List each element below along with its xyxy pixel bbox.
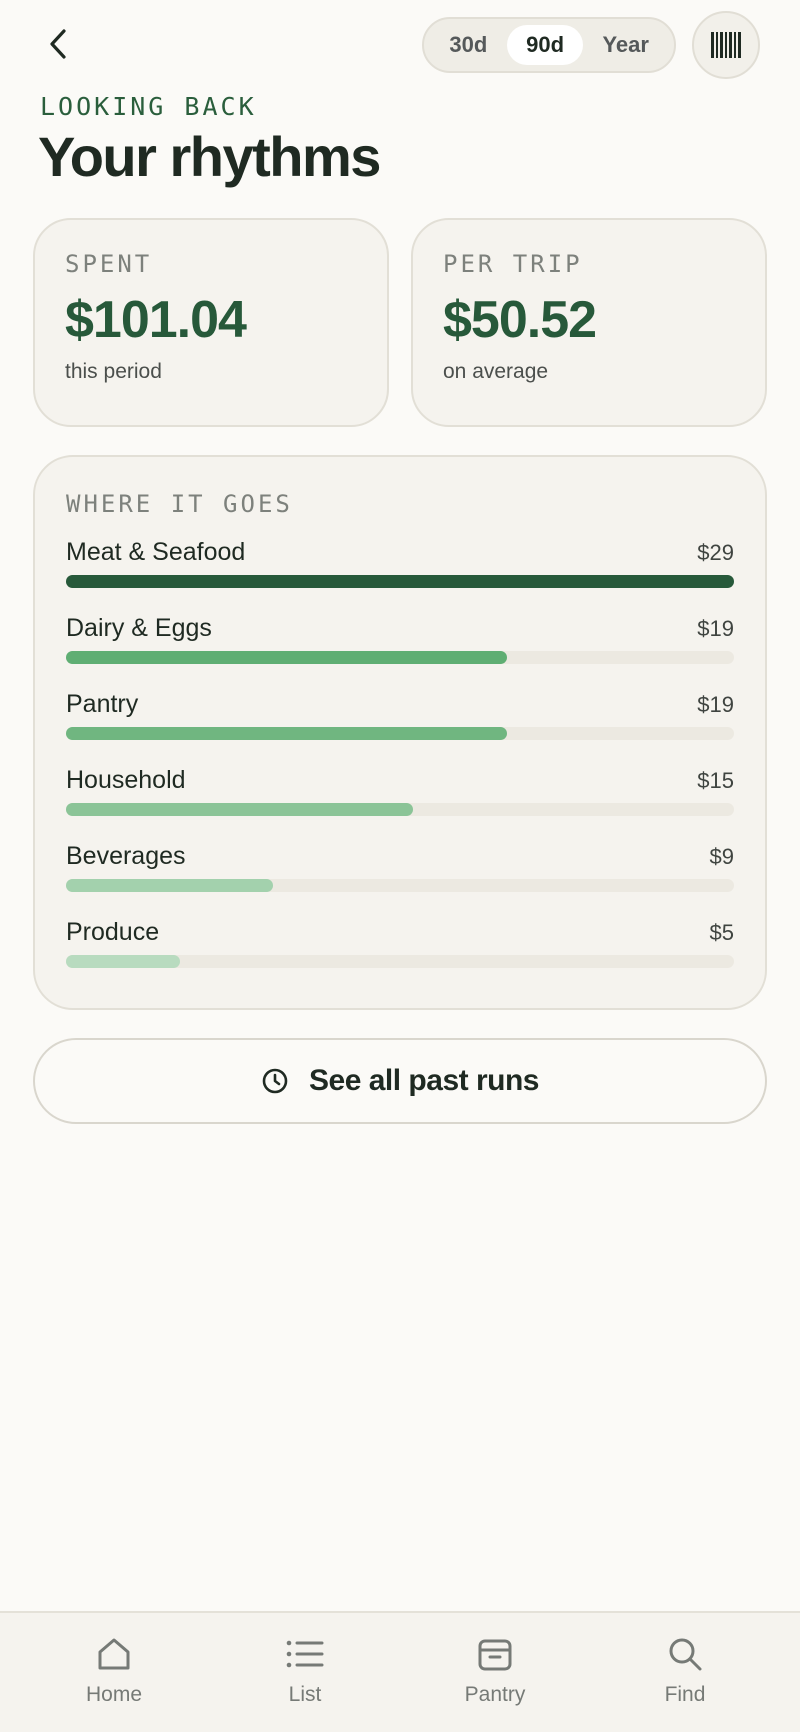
category-row: Dairy & Eggs $19 bbox=[66, 614, 734, 690]
stat-caption: on average bbox=[443, 360, 549, 383]
nav-item-pantry[interactable]: Pantry bbox=[400, 1613, 590, 1732]
back-button[interactable] bbox=[40, 22, 76, 66]
category-bar-track bbox=[66, 803, 734, 816]
category-row: Produce $5 bbox=[66, 918, 734, 994]
category-bar-fill bbox=[66, 803, 414, 816]
barcode-scan-button[interactable] bbox=[692, 11, 760, 79]
category-bar-track bbox=[66, 955, 734, 968]
range-option-year[interactable]: Year bbox=[583, 25, 668, 65]
nav-label: List bbox=[288, 1683, 322, 1706]
stat-caption: this period bbox=[65, 360, 162, 383]
category-name: Household bbox=[66, 766, 186, 794]
stat-label: PER TRIP bbox=[443, 250, 583, 278]
category-name: Dairy & Eggs bbox=[66, 614, 212, 642]
stat-label: SPENT bbox=[65, 250, 153, 278]
nav-item-list[interactable]: List bbox=[210, 1613, 400, 1732]
pantry-icon bbox=[478, 1639, 512, 1671]
category-name: Pantry bbox=[66, 690, 139, 718]
search-icon bbox=[669, 1638, 702, 1671]
category-bar-track bbox=[66, 727, 734, 740]
bottom-nav: Home List Pantry Find bbox=[0, 1611, 800, 1732]
category-bar-fill bbox=[66, 575, 734, 588]
category-name: Beverages bbox=[66, 842, 186, 870]
category-amount: $15 bbox=[697, 768, 734, 793]
category-bar-track bbox=[66, 879, 734, 892]
nav-item-find[interactable]: Find bbox=[590, 1613, 780, 1732]
stat-value: $101.04 bbox=[65, 291, 247, 349]
category-bar-track bbox=[66, 651, 734, 664]
category-amount: $19 bbox=[697, 616, 734, 641]
category-row: Beverages $9 bbox=[66, 842, 734, 918]
nav-label: Find bbox=[664, 1683, 706, 1706]
per-trip-card: PER TRIP $50.52 on average bbox=[411, 218, 767, 427]
home-icon bbox=[98, 1638, 130, 1670]
category-name: Produce bbox=[66, 918, 160, 946]
category-amount: $19 bbox=[697, 692, 734, 717]
nav-label: Pantry bbox=[464, 1683, 526, 1706]
category-row: Meat & Seafood $29 bbox=[66, 538, 734, 614]
chevron-left-icon bbox=[50, 29, 66, 59]
spent-card: SPENT $101.04 this period bbox=[33, 218, 389, 427]
clock-icon bbox=[262, 1068, 288, 1094]
page-title: Your rhythms bbox=[38, 125, 381, 188]
see-all-past-runs-button[interactable]: See all past runs bbox=[33, 1038, 767, 1124]
range-option-30d[interactable]: 30d bbox=[430, 25, 507, 65]
category-bar-fill bbox=[66, 651, 507, 664]
nav-label: Home bbox=[85, 1683, 143, 1706]
category-amount: $29 bbox=[697, 540, 734, 565]
range-option-90d[interactable]: 90d bbox=[506, 25, 584, 65]
category-row: Household $15 bbox=[66, 766, 734, 842]
category-name: Meat & Seafood bbox=[66, 538, 246, 566]
stat-value: $50.52 bbox=[443, 291, 597, 349]
category-bar-fill bbox=[66, 955, 180, 968]
category-bar-fill bbox=[66, 879, 274, 892]
list-icon bbox=[286, 1640, 324, 1668]
category-bar-track bbox=[66, 575, 734, 588]
category-row: Pantry $19 bbox=[66, 690, 734, 766]
page-eyebrow: LOOKING BACK bbox=[40, 92, 257, 121]
breakdown-label: WHERE IT GOES bbox=[66, 490, 293, 518]
category-amount: $5 bbox=[709, 920, 734, 945]
range-selector: 30d 90d Year bbox=[422, 17, 676, 73]
category-bar-fill bbox=[66, 727, 507, 740]
category-list: Meat & Seafood $29 Dairy & Eggs $19 Pant… bbox=[66, 538, 734, 994]
category-amount: $9 bbox=[709, 844, 734, 869]
nav-item-home[interactable]: Home bbox=[19, 1613, 209, 1732]
spending-breakdown-card: WHERE IT GOES Meat & Seafood $29 Dairy &… bbox=[33, 455, 767, 1010]
past-runs-label: See all past runs bbox=[309, 1064, 539, 1097]
barcode-icon bbox=[711, 32, 741, 58]
